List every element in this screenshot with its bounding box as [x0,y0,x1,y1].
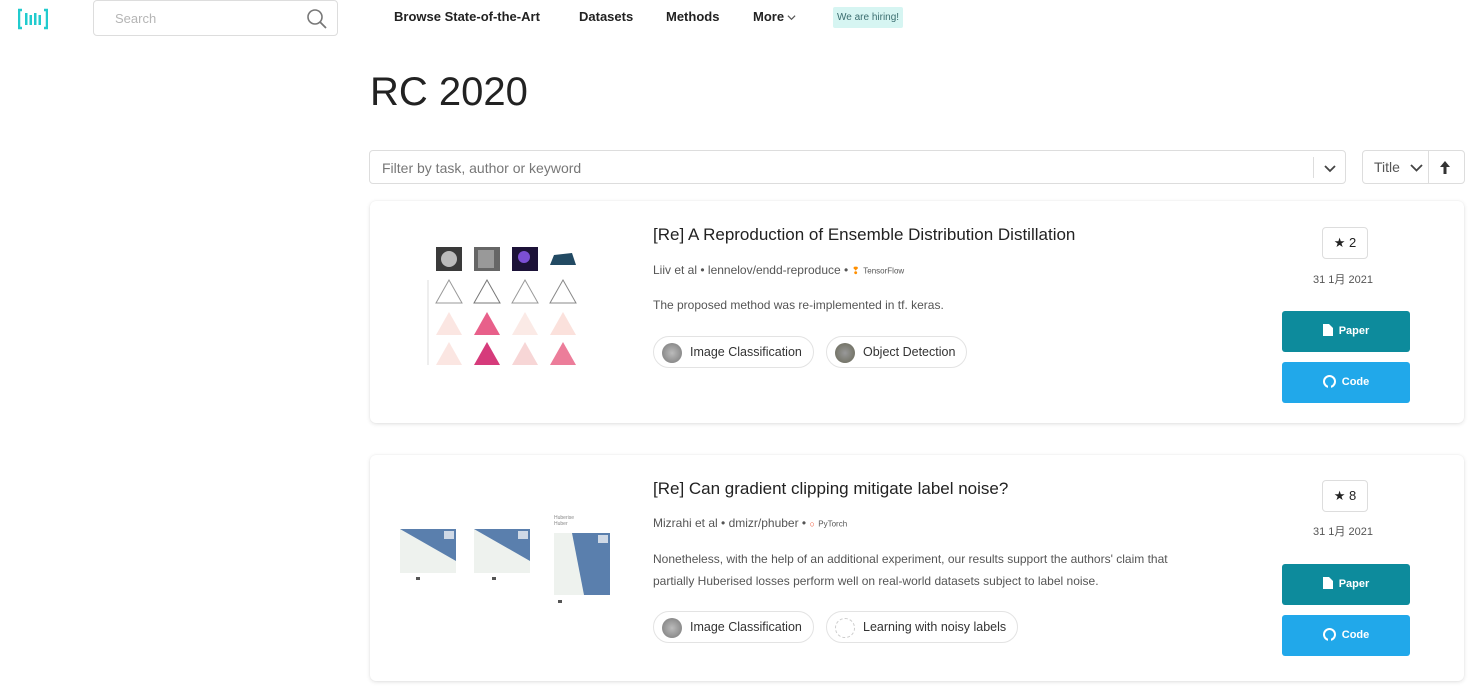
search-input[interactable] [113,10,307,27]
github-icon [1322,627,1336,641]
nav-more-label: More [753,9,785,24]
document-icon [1322,324,1333,337]
sort-control[interactable]: Title [1362,150,1465,184]
paper-repo[interactable]: dmizr/phuber [729,516,799,530]
github-icon [1322,374,1336,388]
search-icon[interactable] [306,8,328,30]
task-tag-label: Image Classification [690,345,802,359]
document-icon [1322,577,1333,590]
sort-divider [1428,151,1429,183]
paper-title[interactable]: [Re] Can gradient clipping mitigate labe… [653,479,1008,499]
filter-divider [1313,157,1314,178]
star-count: ★ 8 [1322,480,1368,512]
abstract-line: partially Huberised losses perform well … [653,574,1099,588]
paper-authors[interactable]: Liiv et al [653,263,697,277]
paper-button-label: Paper [1338,578,1370,590]
paper-thumbnail[interactable] [424,235,584,370]
nav-more[interactable]: More [753,9,796,24]
star-count: ★ 2 [1322,227,1368,259]
framework-label: PyTorch [818,519,848,529]
task-tag-image-classification[interactable]: Image Classification [653,611,814,643]
paper-meta: Mizrahi et al • dmizr/phuber • ○ PyTorch [653,516,848,530]
svg-text:Huber: Huber [554,521,568,527]
arrow-up-icon[interactable] [1438,160,1452,175]
filter-box[interactable] [369,150,1346,184]
framework-label: TensorFlow [863,266,905,276]
task-thumbnail-icon [835,343,855,363]
abstract-line: Nonetheless, with the help of an additio… [653,552,1168,566]
chevron-down-icon[interactable] [1322,160,1338,176]
filter-input[interactable] [380,159,1284,177]
task-thumbnail-icon [662,618,682,638]
sort-label[interactable]: Title [1374,159,1400,175]
task-tag-object-detection[interactable]: Object Detection [826,336,968,368]
code-button[interactable]: Code [1282,362,1410,403]
paper-card: [Re] A Reproduction of Ensemble Distribu… [370,201,1464,423]
paper-abstract: The proposed method was re-implemented i… [653,298,944,312]
paper-button-label: Paper [1338,325,1370,337]
pytorch-icon: ○ [809,519,815,529]
task-thumbnail-icon [662,343,682,363]
nav-browse-sota[interactable]: Browse State-of-the-Art [394,9,540,24]
paper-button[interactable]: Paper [1282,564,1410,605]
paper-title[interactable]: [Re] A Reproduction of Ensemble Distribu… [653,225,1075,245]
task-tag-label: Learning with noisy labels [863,620,1007,634]
nav-methods[interactable]: Methods [666,9,719,24]
page-title: RC 2020 [370,70,528,114]
paper-authors[interactable]: Mizrahi et al [653,516,718,530]
paper-card: Huberise Huber [Re] Can gradient clippin… [370,455,1464,681]
star-count-value: 2 [1349,235,1357,250]
star-count-value: 8 [1349,488,1357,503]
task-tag-learning-noisy-labels[interactable]: Learning with noisy labels [826,611,1019,643]
chevron-down-icon[interactable] [1409,160,1424,175]
code-button-label: Code [1341,376,1370,388]
task-thumbnail-icon [835,618,855,638]
task-tag-image-classification[interactable]: Image Classification [653,336,814,368]
paperswithcode-logo-icon[interactable] [18,7,48,31]
tensorflow-icon: ❢ [851,266,860,277]
paper-button[interactable]: Paper [1282,311,1410,352]
task-tag-label: Image Classification [690,620,802,634]
nav-datasets[interactable]: Datasets [579,9,633,24]
chevron-down-icon [787,15,796,21]
paper-repo[interactable]: lennelov/endd-reproduce [708,263,841,277]
paper-date: 31 1月 2021 [1313,274,1373,286]
paper-thumbnail[interactable]: Huberise Huber [394,511,614,611]
code-button[interactable]: Code [1282,615,1410,656]
code-button-label: Code [1341,629,1370,641]
paper-abstract: Nonetheless, with the help of an additio… [653,548,1223,592]
task-tag-label: Object Detection [863,345,956,359]
search-box[interactable] [93,0,338,36]
hiring-banner-link[interactable]: We are hiring! [833,7,904,28]
paper-meta: Liiv et al • lennelov/endd-reproduce • ❢… [653,263,905,277]
paper-date: 31 1月 2021 [1313,526,1373,538]
